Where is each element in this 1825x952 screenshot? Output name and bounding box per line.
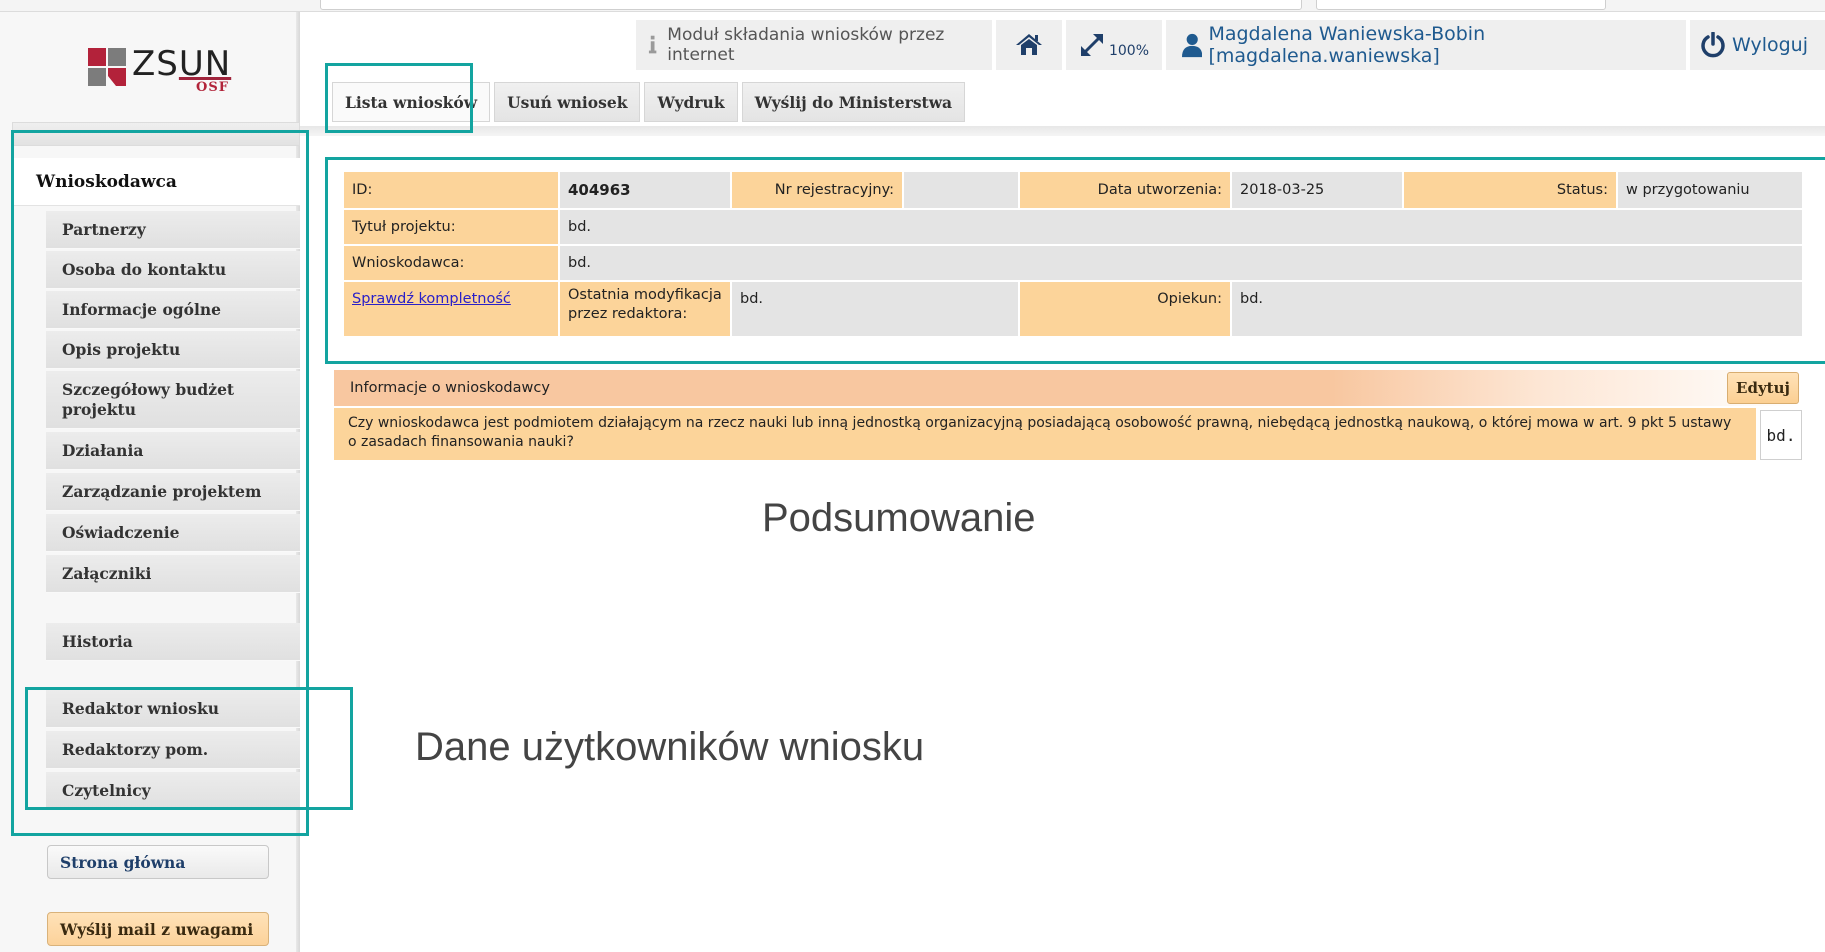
send-mail-button[interactable]: Wyślij mail z uwagami — [47, 912, 269, 946]
users-highlight-box — [25, 687, 353, 810]
content-header-band — [300, 126, 1825, 136]
logo-text-accent: UN — [178, 44, 232, 84]
zoom-level: 100% — [1108, 43, 1150, 59]
edit-button[interactable]: Edytuj — [1727, 372, 1799, 404]
zsun-logo: ZSUN OSF — [88, 36, 238, 96]
user-menu[interactable]: Magdalena Waniewska-Bobin [magdalena.wan… — [1166, 20, 1686, 70]
user-icon — [1182, 33, 1203, 58]
logo-subtext: OSF — [196, 80, 229, 95]
logout-button[interactable]: Wyloguj — [1690, 20, 1825, 70]
zoom-toggle[interactable]: 100% — [1066, 20, 1162, 70]
logo-text: ZSUN — [132, 44, 232, 84]
info-icon — [648, 35, 657, 54]
module-label: Moduł składania wniosków przez internet — [667, 25, 945, 65]
expand-arrows-icon — [1080, 34, 1103, 56]
module-label-area: Moduł składania wniosków przez internet — [636, 20, 992, 70]
logout-label: Wyloguj — [1732, 34, 1808, 56]
applicant-info-heading: Informacje o wnioskodawcy — [334, 370, 1802, 406]
applicant-question: Czy wnioskodawca jest podmiotem działają… — [334, 408, 1756, 460]
tab-wydruk[interactable]: Wydruk — [644, 82, 738, 122]
tab-wyslij-do-ministerstwa[interactable]: Wyślij do Ministerstwa — [741, 82, 966, 122]
tab-highlight-box — [325, 63, 473, 133]
power-icon — [1701, 32, 1725, 58]
tab-usun-wniosek[interactable]: Usuń wniosek — [494, 82, 641, 122]
browser-strip — [0, 0, 1825, 12]
logo-mark-icon — [88, 48, 126, 86]
top-field-secondary[interactable] — [1316, 0, 1606, 10]
top-header: Moduł składania wniosków przez internet … — [300, 12, 1825, 72]
users-annotation: Dane użytkowników wniosku — [415, 725, 925, 769]
application-page: ZSUN OSF Wnioskodawca Partnerzy Osoba do… — [0, 0, 1825, 952]
user-name: Magdalena Waniewska-Bobin [magdalena.wan… — [1208, 23, 1486, 67]
top-field[interactable] — [320, 0, 1302, 10]
applicant-question-answer: bd. — [1760, 410, 1802, 460]
summary-highlight-box — [325, 157, 1825, 364]
home-page-button[interactable]: Strona główna — [47, 845, 269, 879]
home-icon — [1016, 34, 1042, 55]
summary-annotation: Podsumowanie — [762, 496, 1036, 540]
home-button[interactable] — [996, 20, 1062, 70]
